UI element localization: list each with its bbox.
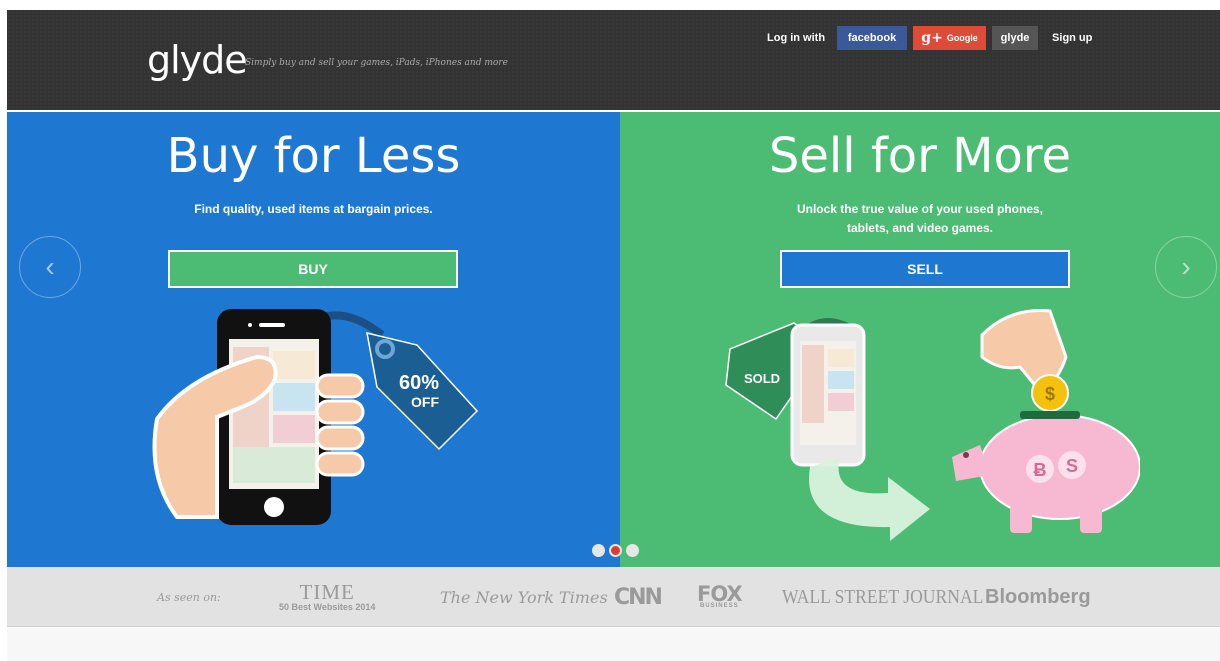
buy-button[interactable]: BUY	[168, 250, 458, 288]
pig-symbol-1: Ƀ	[1034, 460, 1047, 480]
fox-business-logo: FOX BUSINESS	[697, 567, 743, 627]
carousel-dots	[592, 544, 639, 557]
piggy-bank-icon: Ƀ S	[952, 411, 1140, 533]
google-label: Google	[946, 33, 978, 43]
coin-symbol: $	[1045, 384, 1055, 404]
fox-logo-text: FOX	[697, 581, 743, 606]
glyde-login-button[interactable]: glyde	[992, 26, 1039, 50]
nyt-logo: The New York Times	[440, 587, 608, 607]
sell-illustration: SOLD $ Ƀ S	[725, 309, 1140, 541]
time-logo: TIME 50 Best Websites 2014	[279, 567, 375, 627]
tag-off: OFF	[411, 394, 439, 410]
tagline: Simply buy and sell your games, iPads, i…	[245, 58, 508, 68]
google-login-button[interactable]: g+ Google	[913, 26, 987, 50]
auth-bar: Log in with facebook g+ Google glyde Sig…	[767, 26, 1092, 50]
carousel-dot-1[interactable]	[592, 544, 605, 557]
wsj-logo: WALL STREET JOURNAL	[782, 585, 984, 608]
sold-label: SOLD	[744, 371, 780, 386]
tag-percent: 60%	[399, 372, 439, 394]
phone-in-hand-illustration: 60% OFF	[152, 309, 479, 525]
as-seen-on-label: As seen on:	[157, 590, 221, 604]
cnn-logo: CNN	[614, 584, 663, 610]
carousel-prev-button[interactable]: ‹	[19, 236, 81, 298]
sell-title: Sell for More	[768, 128, 1072, 184]
fox-logo-subtext: BUSINESS	[699, 602, 739, 609]
sell-button[interactable]: SELL	[780, 250, 1070, 288]
sell-subtitle: Unlock the true value of your used phone…	[620, 200, 1220, 238]
google-plus-icon: g+	[921, 30, 943, 46]
sell-panel: Sell for More Unlock the true value of y…	[620, 112, 1220, 567]
time-logo-text: TIME	[299, 580, 355, 604]
bloomberg-logo: Bloomberg	[985, 585, 1091, 608]
login-label: Log in with	[767, 32, 826, 44]
sell-subtitle-line2: tablets, and video games.	[846, 221, 994, 235]
buy-title: Buy for Less	[166, 128, 461, 184]
facebook-login-button[interactable]: facebook	[837, 26, 908, 50]
content-area	[7, 628, 1220, 661]
discount-tag-icon: 60% OFF	[366, 332, 479, 451]
press-bar: As seen on: TIME 50 Best Websites 2014 T…	[7, 567, 1220, 627]
buy-subtitle: Find quality, used items at bargain pric…	[194, 202, 433, 216]
hero-carousel: Buy for Less Find quality, used items at…	[7, 112, 1220, 567]
page: glyde Simply buy and sell your games, iP…	[7, 10, 1220, 661]
carousel-dot-3[interactable]	[626, 544, 639, 557]
buy-panel: Buy for Less Find quality, used items at…	[7, 112, 620, 567]
pig-symbol-2: S	[1066, 456, 1078, 476]
site-header: glyde Simply buy and sell your games, iP…	[7, 10, 1220, 110]
glyde-logo[interactable]: glyde	[147, 38, 248, 82]
sell-subtitle-line1: Unlock the true value of your used phone…	[796, 202, 1044, 216]
signup-link[interactable]: Sign up	[1052, 32, 1092, 44]
time-logo-subtext: 50 Best Websites 2014	[279, 602, 376, 612]
carousel-dot-2[interactable]	[609, 544, 622, 557]
carousel-next-button[interactable]: ›	[1155, 236, 1217, 298]
